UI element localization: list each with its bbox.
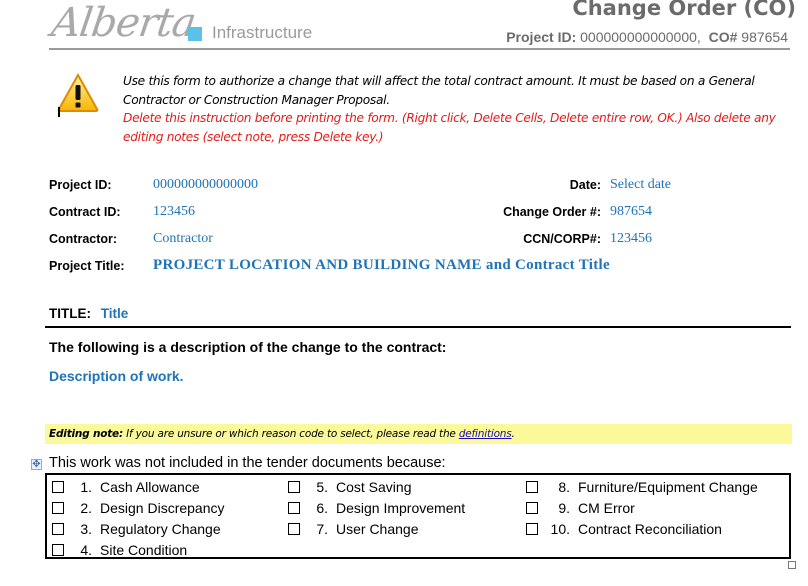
reason-checkbox[interactable] [288, 501, 300, 514]
reason-label: Furniture/Equipment Change [578, 479, 758, 495]
reason-item: 10. Contract Reconciliation [526, 519, 722, 540]
reason-item: 2. Design Discrepancy [52, 498, 225, 519]
reason-checkbox[interactable] [526, 522, 538, 535]
reason-label: User Change [336, 521, 419, 537]
text-cursor [58, 107, 60, 117]
reason-number: 6. [316, 500, 328, 516]
reason-item: 7. User Change [288, 519, 419, 540]
contractor-label: Contractor: [49, 232, 118, 246]
sub-co-value: 987654 [741, 29, 788, 45]
reason-checkbox[interactable] [52, 480, 64, 493]
description-field[interactable]: Description of work. [49, 368, 184, 384]
reason-number: 3. [80, 521, 92, 537]
title-row: TITLE: Title [49, 306, 128, 321]
contractor-field[interactable]: Contractor [153, 231, 213, 247]
alberta-logo-square-icon [188, 27, 202, 41]
project-id-label: Project ID: [49, 178, 112, 192]
reason-number: 7. [316, 521, 328, 537]
sub-project-value: 000000000000000, [580, 29, 701, 45]
editing-note-text: If you are unsure or which reason code t… [122, 428, 459, 440]
reason-label: Site Condition [100, 542, 188, 558]
reason-checkbox[interactable] [52, 522, 64, 535]
reason-number: 9. [558, 500, 570, 516]
document-title: Change Order (CO) [572, 0, 796, 20]
contract-id-label: Contract ID: [49, 205, 121, 219]
reason-item: 9. CM Error [526, 498, 635, 519]
reason-item: 8. Furniture/Equipment Change [526, 477, 758, 498]
document-subtitle: Project ID: 000000000000000, CO# 987654 [506, 29, 788, 45]
editing-note-label: Editing note: [49, 428, 123, 440]
reason-item: 5. Cost Saving [288, 477, 411, 498]
reason-label: Design Discrepancy [100, 500, 225, 516]
header-divider [49, 48, 790, 50]
reason-number: 10. [550, 521, 570, 537]
instruction-line-delete: Delete this instruction before printing … [123, 111, 776, 144]
table-move-handle-icon[interactable]: ✥ [31, 459, 42, 470]
reason-checkbox[interactable] [526, 480, 538, 493]
date-picker[interactable]: Select date [610, 177, 671, 193]
reason-item: 3. Regulatory Change [52, 519, 221, 540]
instruction-line-main: Use this form to authorize a change that… [123, 74, 755, 107]
alberta-logo-script: Alberta [48, 0, 199, 46]
contract-id-field[interactable]: 123456 [153, 204, 195, 220]
project-title-field[interactable]: PROJECT LOCATION AND BUILDING NAME and C… [153, 257, 610, 274]
change-order-label: Change Order #: [503, 205, 601, 219]
sub-project-label: Project ID: [506, 29, 577, 45]
reason-label: Design Improvement [336, 500, 466, 516]
editing-note: Editing note: If you are unsure or which… [45, 424, 792, 444]
project-id-field[interactable]: 000000000000000 [153, 177, 258, 193]
reason-checkbox[interactable] [526, 501, 538, 514]
table-resize-handle[interactable] [788, 561, 796, 569]
reason-label: CM Error [578, 500, 635, 516]
date-label: Date: [569, 178, 601, 192]
warning-icon [56, 72, 100, 114]
reasons-intro: This work was not included in the tender… [49, 455, 446, 471]
reason-item: 6. Design Improvement [288, 498, 465, 519]
ccn-field[interactable]: 123456 [610, 231, 652, 247]
reason-label: Cost Saving [336, 479, 412, 495]
reason-checkbox[interactable] [288, 522, 300, 535]
title-divider [45, 326, 791, 328]
reason-checkbox[interactable] [288, 480, 300, 493]
sub-co-label: CO# [708, 29, 738, 45]
reason-number: 2. [80, 500, 92, 516]
editing-note-end: . [511, 428, 515, 440]
reason-checkbox[interactable] [52, 543, 64, 556]
change-order-field[interactable]: 987654 [610, 204, 652, 220]
reason-checkbox[interactable] [52, 501, 64, 514]
reason-label: Regulatory Change [100, 521, 221, 537]
ccn-label: CCN/CORP#: [523, 232, 601, 246]
title-field[interactable]: Title [101, 306, 129, 321]
title-label: TITLE: [49, 306, 91, 321]
reason-number: 1. [80, 479, 92, 495]
instruction-text: Use this form to authorize a change that… [123, 72, 783, 146]
reason-label: Contract Reconciliation [578, 521, 722, 537]
department-name: Infrastructure [212, 23, 313, 42]
project-title-label: Project Title: [49, 259, 125, 273]
reason-item: 4. Site Condition [52, 540, 187, 561]
reason-number: 4. [80, 542, 92, 558]
reason-item: 1. Cash Allowance [52, 477, 200, 498]
reason-number: 8. [558, 479, 570, 495]
definitions-link[interactable]: definitions [459, 428, 512, 440]
reason-number: 5. [316, 479, 328, 495]
reason-label: Cash Allowance [100, 479, 200, 495]
description-heading: The following is a description of the ch… [49, 339, 447, 355]
